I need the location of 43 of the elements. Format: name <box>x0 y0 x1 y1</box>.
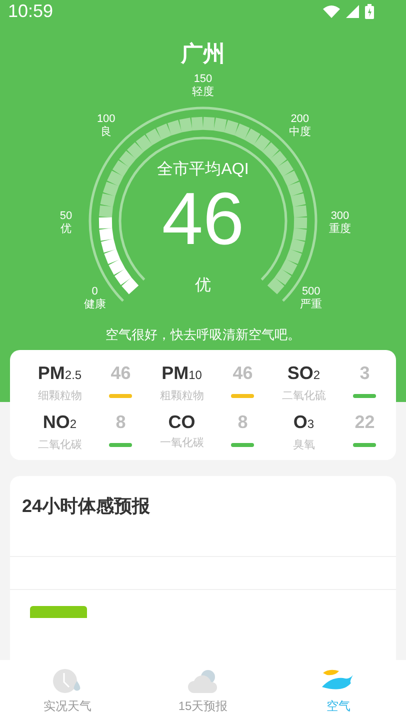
air-quality-message: 空气很好，快去呼吸清新空气吧。 <box>104 326 302 344</box>
nav-tab[interactable]: 实况天气 <box>0 660 136 722</box>
cloud-icon <box>188 668 218 694</box>
pollutant-value: 46 <box>232 362 253 384</box>
pollutant-description: 臭氧 <box>292 438 315 452</box>
scale-value: 50 <box>60 210 72 222</box>
scale-value: 0 <box>92 286 98 298</box>
aqi-value: 46 <box>162 177 244 260</box>
battery-icon <box>365 4 374 18</box>
level-tag <box>30 606 87 618</box>
scale-label: 健康 <box>84 298 106 311</box>
pollutant-value: 8 <box>116 411 126 433</box>
scale-label: 轻度 <box>192 86 214 98</box>
city-title: 广州 <box>180 40 226 68</box>
pollutant-value: 8 <box>238 411 248 433</box>
clock-icon <box>52 668 83 694</box>
status-time: 10:59 <box>8 0 54 22</box>
scale-label: 重度 <box>329 223 351 235</box>
aqi-grade: 优 <box>195 277 211 294</box>
pollutant-value: 3 <box>360 362 370 384</box>
scale-value: 100 <box>96 113 116 126</box>
pollutant-description: 二氧化硫 <box>282 388 326 403</box>
pollutant-value: 22 <box>354 411 375 433</box>
scale-value: 150 <box>194 73 212 85</box>
pollutant-description: 粗颗粒物 <box>160 389 204 403</box>
pollutant-description: 一氧化碳 <box>160 436 204 450</box>
nav-tab[interactable]: 空气 <box>270 660 406 722</box>
scale-label: 优 <box>60 223 72 235</box>
pollutant-description: 二氧化碳 <box>38 438 82 452</box>
nav-tab[interactable]: 15天预报 <box>135 660 271 722</box>
scale-label: 良 <box>100 126 112 138</box>
scale-value: 200 <box>290 113 310 126</box>
gauge-caption: 全市平均AQI <box>157 161 249 178</box>
signal-icon <box>346 4 359 18</box>
scale-label: 中度 <box>288 126 311 138</box>
scale-value: 300 <box>330 210 350 222</box>
pollutant-value: 46 <box>110 362 131 384</box>
scale-value: 500 <box>302 286 320 298</box>
forecast-title: 24小时体感预报 <box>21 495 152 518</box>
scale-label: 严重 <box>300 298 322 311</box>
pollutant-name: CO <box>168 411 196 433</box>
pollutant-description: 细颗粒物 <box>38 389 82 403</box>
wifi-icon <box>323 4 340 18</box>
